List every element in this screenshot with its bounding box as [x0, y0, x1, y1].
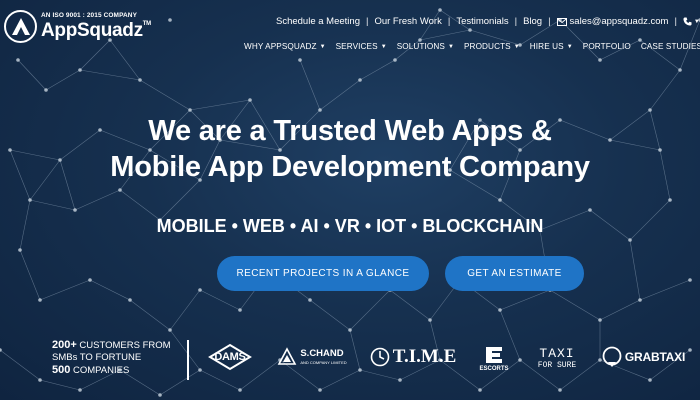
phone-icon	[683, 17, 692, 26]
client-subtitle: FOR SURE	[537, 361, 577, 370]
client-logo-taxi-for-sure: TAXI FOR SURE	[532, 342, 582, 374]
nav-why-appsquadz[interactable]: WHY APPSQUADZ ▼	[244, 42, 326, 51]
customer-count: 200+	[52, 339, 77, 351]
divider	[187, 340, 189, 380]
nav-services[interactable]: SERVICES ▼	[336, 42, 387, 51]
client-name: ESCORTS	[479, 365, 509, 372]
mail-icon	[556, 17, 567, 26]
hero-heading: We are a Trusted Web Apps & Mobile App D…	[0, 114, 700, 185]
nav-label: PRODUCTS	[464, 42, 511, 51]
top-link-fresh-work[interactable]: Our Fresh Work	[374, 16, 441, 27]
trademark: TM	[142, 21, 151, 28]
client-logo-dams: DAMS	[206, 342, 254, 372]
top-link-schedule-meeting[interactable]: Schedule a Meeting	[276, 16, 360, 27]
nav-label: HIRE US	[529, 42, 564, 51]
separator: |	[447, 16, 451, 27]
nav-label: SERVICES	[335, 42, 378, 51]
nav-portfolio[interactable]: PORTFOLIO	[583, 42, 631, 51]
nav-solutions[interactable]: SOLUTIONS ▼	[397, 42, 454, 51]
client-logo-escorts: ESCORTS	[476, 342, 512, 374]
chevron-down-icon: ▼	[513, 43, 520, 50]
top-link-blog[interactable]: Blog	[523, 16, 542, 27]
client-logo-time: T.I.M.E	[366, 342, 460, 372]
nav-label: CASE STUDIES	[640, 42, 700, 51]
client-name: S.CHAND	[300, 348, 344, 360]
hero-heading-line-2: Mobile App Development Company	[110, 150, 590, 183]
separator: |	[514, 16, 518, 27]
client-subtitle: AND COMPANY LIMITED	[300, 359, 347, 365]
client-name: GRABTAXI	[624, 350, 686, 364]
email-link[interactable]: sales@appsquadz.com	[556, 16, 669, 27]
recent-projects-button[interactable]: RECENT PROJECTS IN A GLANCE	[217, 256, 429, 291]
nav-products[interactable]: PRODUCTS ▼	[464, 42, 520, 51]
nav-case-studies[interactable]: CASE STUDIES	[641, 42, 700, 51]
get-estimate-button[interactable]: GET AN ESTIMATE	[445, 256, 584, 291]
client-name: DAMS	[214, 351, 246, 363]
chevron-down-icon: ▼	[319, 43, 326, 50]
grabtaxi-pin-icon	[602, 346, 622, 367]
escorts-emblem-icon	[486, 346, 502, 363]
chevron-down-icon: ▼	[566, 43, 573, 50]
brand-logo[interactable]: AN ISO 9001 : 2015 COMPANY AppSquadzTM	[4, 10, 151, 43]
nav-label: WHY APPSQUADZ	[244, 42, 317, 51]
hero-heading-line-1: We are a Trusted Web Apps &	[148, 115, 552, 147]
hero-tagline: MOBILE • WEB • AI • VR • IOT • BLOCKCHAI…	[156, 216, 544, 236]
client-name: TAXI	[539, 346, 575, 361]
top-links-bar: Schedule a Meeting | Our Fresh Work | Te…	[276, 16, 700, 27]
customers-text-3: COMPANIES	[70, 364, 130, 376]
separator: |	[548, 16, 551, 27]
client-logo-schand: S.CHAND AND COMPANY LIMITED	[276, 342, 348, 372]
iso-badge: AN ISO 9001 : 2015 COMPANY	[41, 11, 138, 19]
schand-emblem-icon	[278, 347, 297, 365]
separator: |	[365, 16, 369, 27]
fortune-number: 500	[52, 363, 71, 376]
time-emblem-icon	[370, 347, 390, 367]
nav-label: SOLUTIONS	[396, 42, 445, 51]
main-nav: WHY APPSQUADZ ▼ SERVICES ▼ SOLUTIONS ▼ PROD…	[244, 42, 700, 51]
phone-link[interactable]: ▼	[683, 17, 700, 26]
chevron-down-icon: ▼	[693, 18, 700, 25]
brand-name: AppSquadz	[41, 20, 143, 42]
chevron-down-icon: ▼	[380, 43, 387, 50]
customers-text-1: CUSTOMERS FROM	[76, 340, 171, 351]
separator: |	[674, 16, 677, 27]
client-name: T.I.M.E	[392, 346, 457, 367]
customers-text-2: SMBs TO FORTUNE	[52, 352, 142, 364]
client-logo-grabtaxi: GRABTAXI	[600, 342, 686, 372]
top-link-testimonials[interactable]: Testimonials	[456, 16, 508, 27]
chevron-down-icon: ▼	[447, 43, 454, 50]
nav-hire-us[interactable]: HIRE US ▼	[530, 42, 573, 51]
customers-summary: 200+ CUSTOMERS FROM SMBs TO FORTUNE 500 …	[52, 339, 171, 377]
logo-mark-icon	[4, 10, 37, 43]
email-address: sales@appsquadz.com	[569, 16, 669, 27]
nav-label: PORTFOLIO	[582, 42, 631, 51]
